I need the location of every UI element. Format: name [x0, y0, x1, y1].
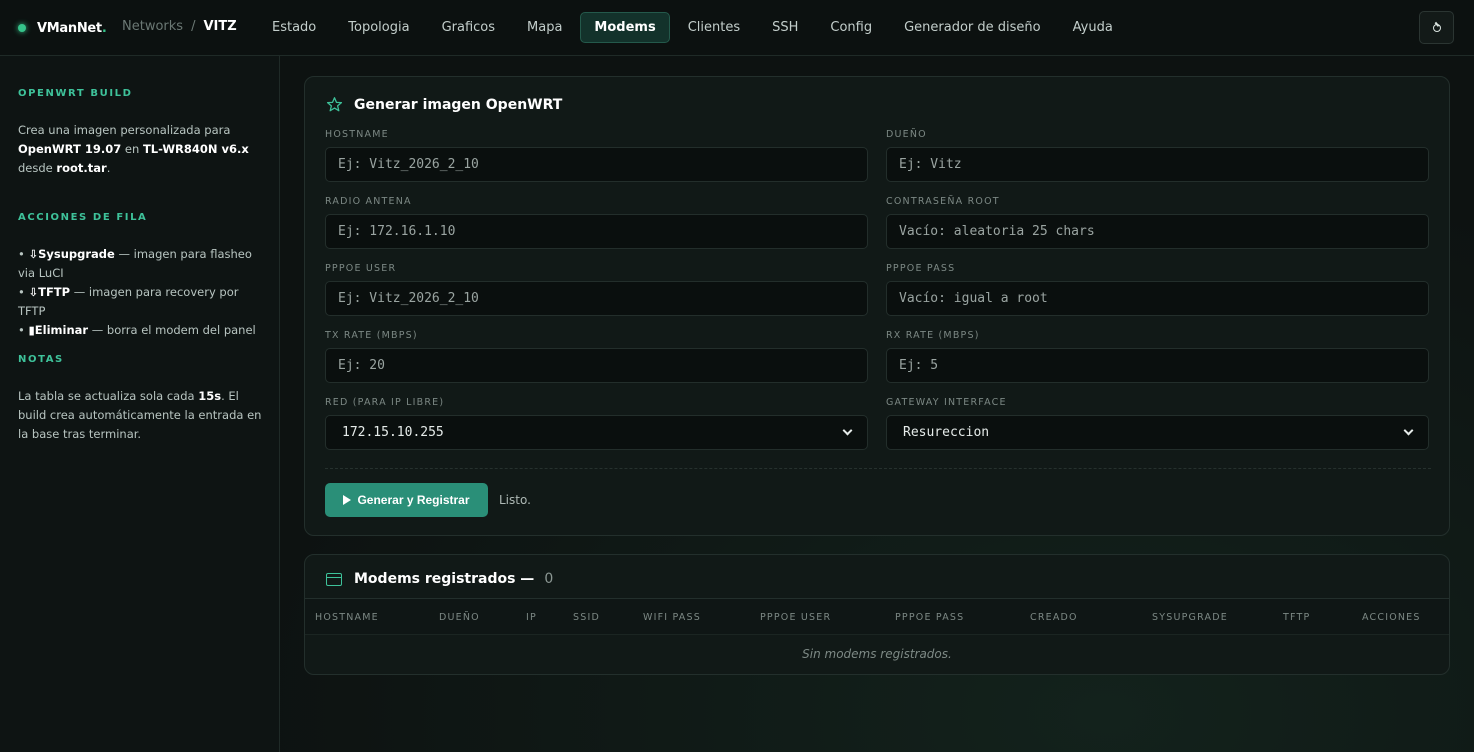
sidebar-actions-list: • ⇩Sysupgrade — imagen para flasheo via …: [18, 245, 268, 340]
breadcrumb: Networks / VITZ: [122, 19, 237, 34]
owner-label: DUEÑO: [886, 129, 927, 140]
col-sysupgrade[interactable]: SYSUPGRADE: [1152, 612, 1228, 623]
breadcrumb-current: VITZ: [203, 19, 237, 34]
list-item: • ⇩Sysupgrade — imagen para flasheo via …: [18, 247, 252, 280]
nav-config[interactable]: Config: [816, 12, 886, 43]
sidebar-notes-text: La tabla se actualiza sola cada 15s. El …: [18, 389, 262, 441]
nav-modems[interactable]: Modems: [580, 12, 670, 43]
tx-rate-label: TX RATE (MBPS): [325, 330, 418, 341]
nav-topologia[interactable]: Topologia: [334, 12, 423, 43]
pppoe-pass-label: PPPOE PASS: [886, 263, 956, 274]
brand-dot: .: [101, 20, 107, 36]
nav-mapa[interactable]: Mapa: [513, 12, 576, 43]
gateway-select-value: Resureccion: [903, 425, 990, 440]
modems-title: Modems registrados — 0: [326, 571, 553, 587]
nav-graficos[interactable]: Graficos: [428, 12, 509, 43]
col-dueno[interactable]: DUEÑO: [439, 612, 480, 623]
rx-rate-input[interactable]: [886, 348, 1429, 383]
hostname-label: HOSTNAME: [325, 129, 389, 140]
breadcrumb-separator: /: [191, 19, 196, 34]
nav-ssh[interactable]: SSH: [758, 12, 812, 43]
nav-estado[interactable]: Estado: [258, 12, 330, 43]
sidebar-heading-build: OPENWRT BUILD: [18, 88, 133, 99]
gateway-label: GATEWAY INTERFACE: [886, 397, 1007, 408]
modems-panel: Modems registrados — 0 HOSTNAME DUEÑO IP…: [304, 554, 1450, 675]
root-pass-label: CONTRASEÑA ROOT: [886, 196, 1000, 207]
play-icon: [343, 495, 352, 505]
top-bar: VManNet. Networks / VITZ Estado Topologi…: [0, 0, 1474, 56]
col-pppoe-user[interactable]: PPPOE USER: [760, 612, 831, 623]
pppoe-pass-input[interactable]: [886, 281, 1429, 316]
tx-rate-input[interactable]: [325, 348, 868, 383]
network-select-value: 172.15.10.255: [342, 425, 444, 440]
col-pppoe-pass[interactable]: PPPOE PASS: [895, 612, 964, 623]
network-select[interactable]: 172.15.10.255: [325, 415, 868, 450]
modems-count: 0: [544, 571, 554, 587]
generator-title: Generar imagen OpenWRT: [326, 96, 562, 113]
sidebar: OPENWRT BUILD Crea una imagen personaliz…: [0, 56, 280, 752]
pppoe-user-input[interactable]: [325, 281, 868, 316]
col-acciones[interactable]: ACCIONES: [1362, 612, 1421, 623]
table-header: HOSTNAME DUEÑO IP SSID WIFI PASS PPPOE U…: [305, 598, 1449, 635]
search-icon: [1432, 23, 1441, 32]
theme-toggle-button[interactable]: [1419, 11, 1454, 44]
chevron-down-icon: [1403, 425, 1414, 436]
col-ssid[interactable]: SSID: [573, 612, 600, 623]
col-tftp[interactable]: TFTP: [1283, 612, 1310, 623]
nav-generador-diseno[interactable]: Generador de diseño: [890, 12, 1055, 43]
divider: [325, 468, 1431, 469]
download-icon: ⇩: [28, 247, 39, 261]
nav-ayuda[interactable]: Ayuda: [1059, 12, 1127, 43]
brand-name: VManNet: [37, 20, 102, 36]
chevron-down-icon: [842, 425, 853, 436]
list-item: • ▮Eliminar — borra el modem del panel: [18, 323, 256, 337]
pppoe-user-label: PPPOE USER: [325, 263, 397, 274]
gateway-select[interactable]: Resureccion: [886, 415, 1429, 450]
brand[interactable]: VManNet.: [18, 18, 107, 38]
col-ip[interactable]: IP: [526, 612, 537, 623]
status-dot-icon: [18, 24, 26, 32]
sidebar-build-text: Crea una imagen personalizada para OpenW…: [18, 123, 249, 175]
breadcrumb-networks[interactable]: Networks: [122, 19, 183, 34]
root-pass-input[interactable]: [886, 214, 1429, 249]
generator-panel: Generar imagen OpenWRT HOSTNAME DUEÑO RA…: [304, 76, 1450, 536]
sidebar-heading-actions: ACCIONES DE FILA: [18, 212, 148, 223]
col-wifi-pass[interactable]: WIFI PASS: [643, 612, 701, 623]
download-icon: ⇩: [28, 285, 39, 299]
rx-rate-label: RX RATE (MBPS): [886, 330, 980, 341]
network-label: RED (PARA IP LIBRE): [325, 397, 445, 408]
main-nav: Estado Topologia Graficos Mapa Modems Cl…: [258, 12, 1131, 43]
sidebar-heading-notes: NOTAS: [18, 354, 64, 365]
card-icon: [326, 572, 342, 586]
col-hostname[interactable]: HOSTNAME: [315, 612, 379, 623]
list-item: • ⇩TFTP — imagen para recovery por TFTP: [18, 285, 239, 318]
generate-register-label: Generar y Registrar: [357, 493, 470, 507]
owner-input[interactable]: [886, 147, 1429, 182]
generate-register-button[interactable]: Generar y Registrar: [325, 483, 488, 517]
nav-clientes[interactable]: Clientes: [674, 12, 754, 43]
star-icon: [326, 97, 343, 112]
empty-message: Sin modems registrados.: [802, 647, 952, 661]
radio-input[interactable]: [325, 214, 868, 249]
status-text: Listo.: [499, 493, 531, 507]
col-creado[interactable]: CREADO: [1030, 612, 1078, 623]
hostname-input[interactable]: [325, 147, 868, 182]
radio-label: RADIO ANTENA: [325, 196, 412, 207]
